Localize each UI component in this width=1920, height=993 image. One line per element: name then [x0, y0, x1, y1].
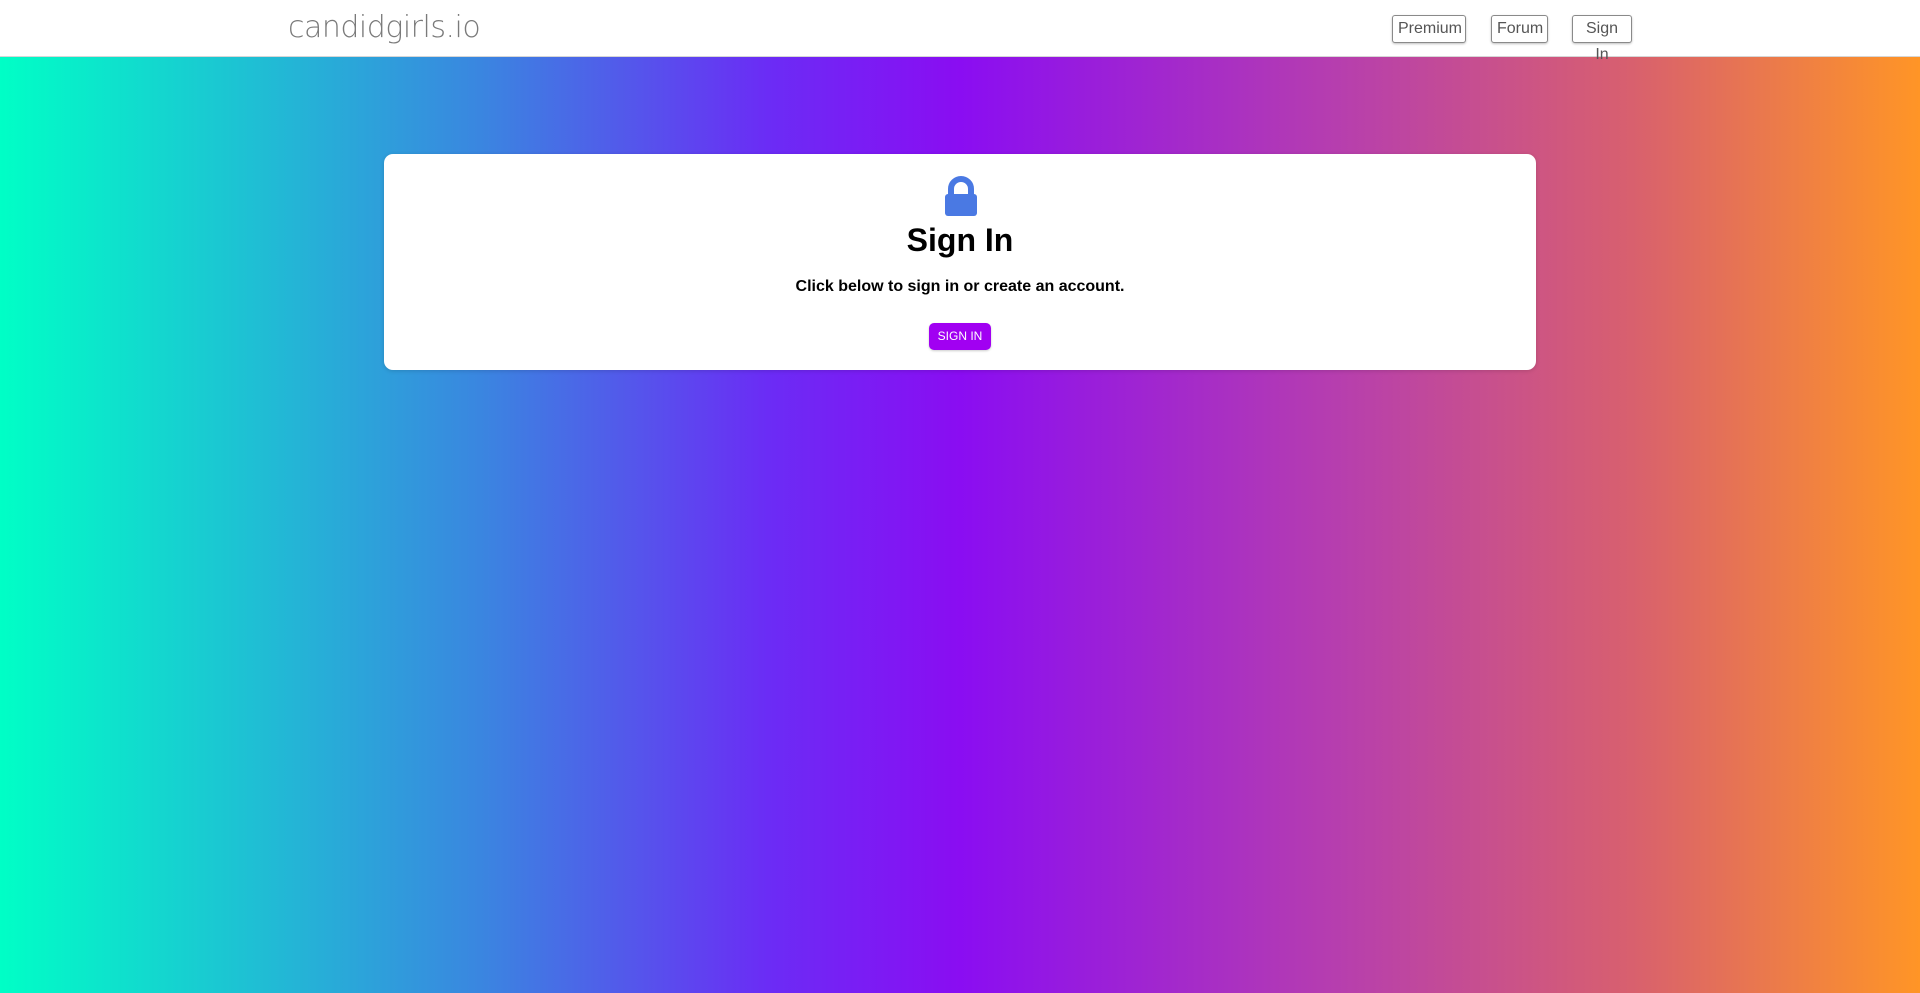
- lock-icon: [943, 176, 979, 218]
- premium-button[interactable]: Premium: [1392, 15, 1466, 43]
- sign-in-button[interactable]: SIGN IN: [929, 323, 991, 350]
- top-navigation-bar: candidgirls.io Premium Forum Sign In: [0, 0, 1920, 63]
- sign-in-instructions: Click below to sign in or create an acco…: [795, 278, 1125, 295]
- forum-button[interactable]: Forum: [1491, 15, 1548, 43]
- nav-sign-in-button[interactable]: Sign In: [1572, 15, 1632, 63]
- page-title: Sign In: [906, 222, 1014, 258]
- site-logo[interactable]: candidgirls.io: [288, 10, 481, 45]
- sign-in-card: Sign In Click below to sign in or create…: [384, 154, 1536, 370]
